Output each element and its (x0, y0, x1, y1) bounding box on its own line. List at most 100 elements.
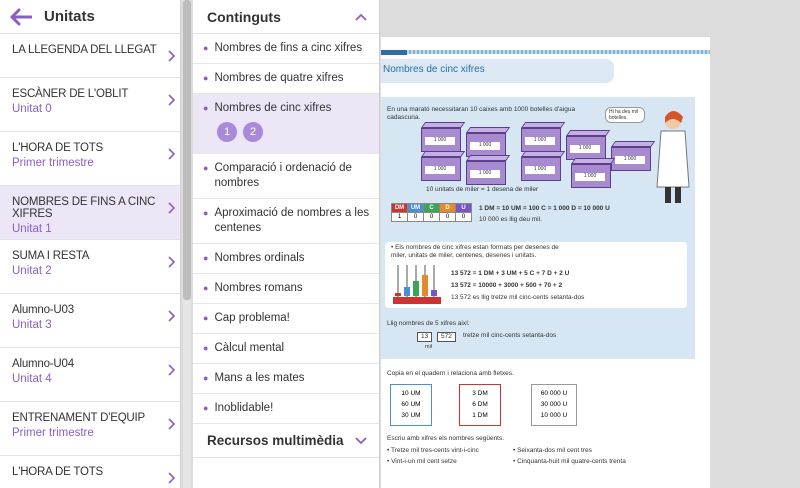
crate: 1 000 (421, 151, 466, 181)
unit-item[interactable]: LA LLEGENDA DEL LLEGAT (0, 34, 180, 78)
exercise-box-1: 10 UM 60 UM 30 UM (390, 384, 432, 426)
units-header: Unitats (0, 0, 180, 34)
table-header-cell: D (439, 203, 456, 213)
unit-item[interactable]: SUMA I RESTA Unitat 2 (0, 240, 180, 294)
units-scrollbar-thumb[interactable] (183, 0, 191, 300)
exercise-box-1-line: 10 UM (401, 390, 421, 397)
chevron-right-icon (168, 418, 176, 430)
read-title: Llig nombres de 5 xifres així: (387, 320, 470, 327)
place-value-table: DM UM C D U 10000 (391, 203, 472, 222)
exercise-box-3-line: 10 000 U (540, 412, 568, 419)
content-item[interactable]: ● Nombres ordinals (193, 244, 379, 274)
exercise-box-1-line: 30 UM (401, 412, 421, 419)
content-item[interactable]: ● Nombres de fins a cinc xifres (193, 34, 379, 64)
table-value-cell: 0 (455, 212, 472, 222)
unit-item-title: L'HORA DE TOTS (12, 142, 103, 154)
crate-lid (611, 141, 656, 147)
resources-title: Recursos multimèdia (207, 433, 344, 448)
resources-header[interactable]: Recursos multimèdia (193, 424, 379, 458)
crate-label: 1 000 (470, 142, 500, 150)
exercise-2-text: Escriu amb xifres els nombres següents. (387, 435, 505, 442)
abacus-illustration (393, 265, 441, 304)
content-item[interactable]: ● Cap problema! (193, 304, 379, 334)
unit-item[interactable]: ESCÀNER DE L'OBLIT Unitat 0 (0, 78, 180, 132)
crate-label: 1 000 (525, 137, 555, 145)
decomposition-1: 13 572 = 1 DM + 3 UM + 5 C + 7 D + 2 U (451, 270, 570, 277)
exercise-box-3-line: 30 000 U (540, 401, 568, 408)
decomposition-2: 13 572 = 10000 + 3000 + 500 + 70 + 2 (451, 282, 563, 289)
unit-item-subtitle: Unitat 1 (12, 223, 52, 235)
unit-item-subtitle: Primer trimestre (12, 427, 94, 439)
bullet-icon: ● (203, 163, 209, 173)
unit-item-title: L'HORA DE TOTS (12, 466, 103, 478)
crate: 1 000 (611, 141, 656, 171)
crate-lid (566, 130, 611, 136)
crate-label: 1 000 (570, 145, 600, 153)
unit-item-title: Alumno-U04 (12, 358, 74, 370)
chevron-right-icon (168, 256, 176, 268)
crate: 1 000 (521, 151, 566, 181)
bullet-icon: ● (203, 373, 209, 383)
units-panel: Unitats LA LLEGENDA DEL LLEGAT ESCÀNER DE… (0, 0, 181, 488)
content-item[interactable]: ● Comparació i ordenació de nombres (193, 154, 379, 199)
contents-header[interactable]: Continguts (193, 0, 379, 34)
read-part-1: 13 (417, 332, 433, 342)
exercise-1-text: Copia en el quadern i relaciona amb flet… (387, 370, 514, 377)
exercise-2-item: • Tretze mil tres-cents vint-i-cinc (387, 447, 479, 454)
intro-text: En una marató necessitaran 10 caixes amb… (387, 106, 576, 121)
bullet-icon: ● (203, 313, 209, 323)
unit-item-subtitle: Unitat 0 (12, 103, 52, 115)
content-item-label: Nombres de fins a cinc xifres (214, 42, 363, 54)
content-item[interactable]: ● Nombres de quatre xifres (193, 64, 379, 94)
content-item[interactable]: ● Nombres romans (193, 274, 379, 304)
content-item-label: Nombres ordinals (214, 252, 305, 264)
crate-label: 1 000 (470, 170, 500, 178)
table-value-cell: 0 (407, 212, 424, 222)
bullet-icon: ● (203, 73, 209, 83)
table-value-cell: 0 (423, 212, 440, 222)
crate: 1 000 (571, 158, 616, 188)
table-value-cell: 1 (391, 212, 408, 222)
unit-item-title: ENTRENAMENT D'EQUIP (12, 412, 146, 424)
caption-text: 10 unitats de miler = 1 desena de miler (426, 186, 539, 193)
content-item[interactable]: ● Mans a les mates (193, 364, 379, 394)
content-item-label: Comparació i ordenació de nombres (214, 162, 352, 189)
content-item-label: Nombres de cinc xifres (214, 102, 332, 114)
content-item[interactable]: ● Aproximació de nombres a les centenes (193, 199, 379, 244)
unit-item[interactable]: Alumno-U04 Unitat 4 (0, 348, 180, 402)
unit-item[interactable]: NOMBRES DE FINS A CINC XIFRES Unitat 1 (0, 186, 180, 240)
page-viewer[interactable]: Nombres de cinc xifres En una marató nec… (381, 0, 800, 488)
crate: 1 000 (466, 127, 511, 157)
table-header-cell: C (423, 203, 440, 213)
unit-item-subtitle: Primer trimestre (12, 157, 94, 169)
page-button[interactable]: 2 (243, 122, 263, 142)
book-page: Nombres de cinc xifres En una marató nec… (381, 37, 710, 488)
back-arrow-icon[interactable] (10, 8, 32, 26)
content-item[interactable]: ● Inoblidable! (193, 394, 379, 424)
page-button[interactable]: 1 (217, 122, 237, 142)
contents-list: ● Nombres de fins a cinc xifres ● Nombres d… (193, 34, 379, 424)
table-header-cell: DM (391, 203, 408, 213)
bullet-icon: ● (203, 283, 209, 293)
content-item[interactable]: ● Nombres de cinc xifres 1 2 (193, 94, 379, 154)
content-item[interactable]: ● Càlcul mental (193, 334, 379, 364)
unit-item[interactable]: Alumno-U03 Unitat 3 (0, 294, 180, 348)
chevron-right-icon (168, 148, 176, 160)
unit-item-title: SUMA I RESTA (12, 250, 90, 262)
bullet-icon: ● (203, 208, 209, 218)
units-list: LA LLEGENDA DEL LLEGAT ESCÀNER DE L'OBLIT… (0, 34, 180, 488)
unit-item[interactable]: L'HORA DE TOTS (0, 456, 180, 488)
unit-item[interactable]: ENTRENAMENT D'EQUIP Primer trimestre (0, 402, 180, 456)
contents-title: Continguts (207, 8, 281, 25)
exercise-2-item: • Cinquanta-huit mil quatre-cents trenta (513, 458, 626, 465)
bullet-icon: ● (203, 253, 209, 263)
crate-lid (466, 127, 511, 133)
content-item-label: Nombres de quatre xifres (214, 72, 344, 84)
crate-lid (521, 122, 566, 128)
bullet-icon: ● (203, 403, 209, 413)
unit-item[interactable]: L'HORA DE TOTS Primer trimestre (0, 132, 180, 186)
unit-item-title: LA LLEGENDA DEL LLEGAT (12, 44, 157, 56)
unit-item-title: Alumno-U03 (12, 304, 74, 316)
units-scrollbar[interactable] (183, 0, 191, 488)
crate: 1 000 (466, 155, 511, 185)
